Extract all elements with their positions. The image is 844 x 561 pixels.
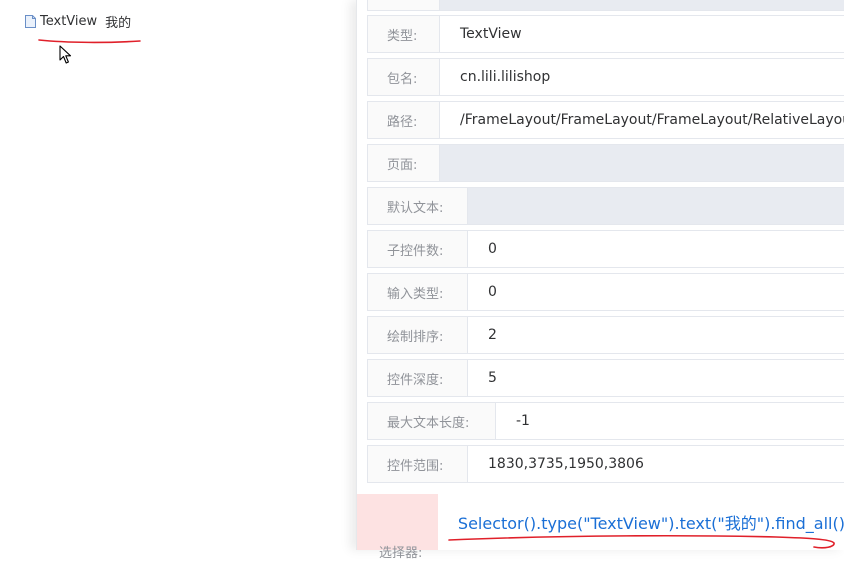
details-row-child-count: 子控件数: 0	[367, 230, 844, 268]
details-row-default-text: 默认文本:	[367, 187, 844, 225]
details-value[interactable]	[440, 145, 844, 181]
details-row-bounds: 控件范围: 1830,3735,1950,3806	[367, 445, 844, 483]
details-label: 最大文本长度:	[368, 403, 496, 439]
details-row-path: 路径: /FrameLayout/FrameLayout/FrameLayout…	[367, 101, 844, 139]
details-row-depth: 控件深度: 5	[367, 359, 844, 397]
red-annotation-underline	[448, 534, 835, 549]
details-value	[440, 0, 844, 10]
red-annotation-underline	[38, 39, 141, 44]
details-label: 绘制排序:	[368, 317, 468, 353]
details-value[interactable]: -1	[496, 403, 844, 439]
details-row-package: 包名: cn.lili.lilishop	[367, 58, 844, 96]
details-label: 输入类型:	[368, 274, 468, 310]
details-value[interactable]: /FrameLayout/FrameLayout/FrameLayout/Rel…	[440, 102, 844, 138]
details-label: 控件深度:	[368, 360, 468, 396]
tree-node-text: 我的	[105, 15, 132, 31]
details-value[interactable]: 1830,3735,1950,3806	[468, 446, 844, 482]
details-value[interactable]: 0	[468, 274, 844, 310]
details-label: 页面:	[368, 145, 440, 181]
details-label: 包名:	[368, 59, 440, 95]
details-row-type: 类型: TextView	[367, 15, 844, 53]
details-value[interactable]: 2	[468, 317, 844, 353]
details-value[interactable]: 0	[468, 231, 844, 267]
details-label: 路径:	[368, 102, 440, 138]
mouse-cursor-icon	[59, 45, 72, 64]
details-row-partial	[367, 0, 844, 11]
details-label: 类型:	[368, 16, 440, 52]
tree-node-type: TextView	[40, 13, 98, 29]
details-row-input-type: 输入类型: 0	[367, 273, 844, 311]
selector-label: 选择器:	[357, 494, 438, 561]
details-label	[368, 0, 440, 10]
details-value[interactable]: cn.lili.lilishop	[440, 59, 844, 95]
details-row-max-text-length: 最大文本长度: -1	[367, 402, 844, 440]
details-value[interactable]	[468, 188, 844, 224]
details-value[interactable]: TextView	[440, 16, 844, 52]
file-icon	[25, 14, 36, 28]
node-details-panel: 类型: TextView 包名: cn.lili.lilishop 路径: /F…	[356, 0, 844, 561]
details-row-page: 页面:	[367, 144, 844, 182]
tree-node-textview[interactable]: TextView 我的	[25, 12, 132, 31]
details-value[interactable]: 5	[468, 360, 844, 396]
details-row-draw-order: 绘制排序: 2	[367, 316, 844, 354]
details-label: 子控件数:	[368, 231, 468, 267]
details-label: 控件范围:	[368, 446, 468, 482]
details-label: 默认文本:	[368, 188, 468, 224]
